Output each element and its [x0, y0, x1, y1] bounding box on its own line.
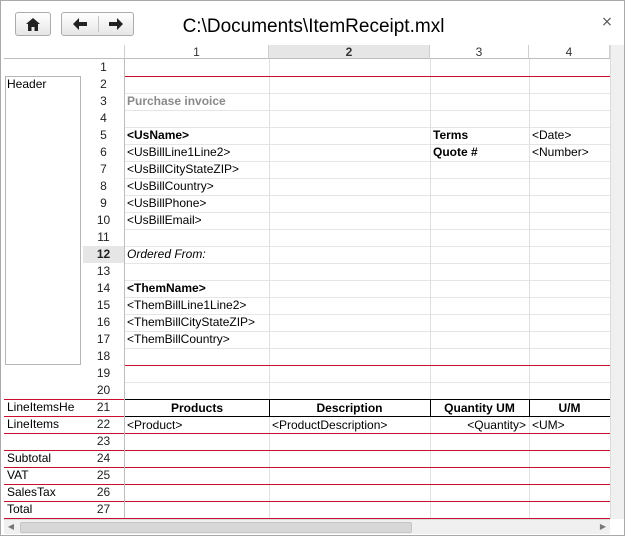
cell-us-bill-phone[interactable]: <UsBillPhone>	[127, 195, 206, 212]
cell-us-bill-email[interactable]: <UsBillEmail>	[127, 212, 202, 229]
column-header-1[interactable]: 1	[125, 45, 269, 59]
row-gridline	[125, 229, 610, 230]
row-number[interactable]: 21	[83, 399, 125, 416]
cell-purchase-invoice[interactable]: Purchase invoice	[127, 93, 226, 110]
column-header-3[interactable]: 3	[430, 45, 529, 59]
row-number[interactable]: 11	[83, 229, 125, 246]
group-sales-tax[interactable]: SalesTax	[7, 484, 84, 501]
cell-quantity[interactable]: <Quantity>	[430, 417, 526, 434]
row-number[interactable]: 8	[83, 178, 125, 195]
row-number[interactable]: 27	[83, 501, 125, 518]
horizontal-scrollbar[interactable]: ◀ ▶	[4, 519, 610, 534]
group-vat[interactable]: VAT	[7, 467, 84, 484]
row-number[interactable]: 5	[83, 127, 125, 144]
row-gridline	[125, 110, 610, 111]
row-number[interactable]: 12	[83, 246, 125, 263]
column-header-4[interactable]: 4	[529, 45, 610, 59]
row-gridline	[125, 263, 610, 264]
row-number[interactable]: 4	[83, 110, 125, 127]
close-button[interactable]: ×	[599, 13, 615, 31]
row-number[interactable]: 7	[83, 161, 125, 178]
cell-them-name[interactable]: <ThemName>	[127, 280, 206, 297]
row-gridline	[125, 348, 610, 349]
close-icon: ×	[601, 14, 613, 30]
cell-quote-no[interactable]: Quote #	[433, 144, 478, 161]
group-header[interactable]: Header	[7, 76, 84, 93]
cell-them-bill-country[interactable]: <ThemBillCountry>	[127, 331, 230, 348]
row-number[interactable]: 19	[83, 365, 125, 382]
cell-number[interactable]: <Number>	[532, 144, 589, 161]
group-line-items[interactable]: LineItems	[7, 416, 84, 433]
row-number[interactable]: 18	[83, 348, 125, 365]
cell-date[interactable]: <Date>	[532, 127, 571, 144]
row-number[interactable]: 14	[83, 280, 125, 297]
cell-them-bill-city[interactable]: <ThemBillCityStateZIP>	[127, 314, 255, 331]
spreadsheet-grid[interactable]: 1 2 3 4 Header LineItemsHe LineItems Sub…	[4, 45, 610, 519]
rownum-header	[83, 45, 125, 59]
vertical-scrollbar[interactable]	[610, 45, 624, 519]
cell-us-bill-country[interactable]: <UsBillCountry>	[127, 178, 214, 195]
row-number[interactable]: 26	[83, 484, 125, 501]
row-number[interactable]: 15	[83, 297, 125, 314]
row-number[interactable]: 1	[83, 59, 125, 76]
cell-us-name[interactable]: <UsName>	[127, 127, 189, 144]
cell-ordered-from[interactable]: Ordered From:	[127, 246, 206, 263]
scroll-left-icon[interactable]: ◀	[4, 520, 18, 534]
cell-um-header[interactable]: U/M	[529, 400, 610, 417]
cell-us-bill-line[interactable]: <UsBillLine1Line2>	[127, 144, 230, 161]
cell-description-header[interactable]: Description	[269, 400, 430, 417]
cell-quantity-header[interactable]: Quantity UM	[430, 400, 529, 417]
cell-them-bill-line[interactable]: <ThemBillLine1Line2>	[127, 297, 246, 314]
cell-um[interactable]: <UM>	[532, 417, 565, 434]
cell-us-bill-city[interactable]: <UsBillCityStateZIP>	[127, 161, 239, 178]
group-total[interactable]: Total	[7, 501, 84, 518]
row-number[interactable]: 13	[83, 263, 125, 280]
column-header-2[interactable]: 2	[269, 45, 430, 59]
row-number[interactable]: 10	[83, 212, 125, 229]
header-group-bracket	[5, 76, 81, 365]
cell-product-description[interactable]: <ProductDescription>	[272, 417, 387, 434]
cell-terms[interactable]: Terms	[433, 127, 468, 144]
row-number[interactable]: 17	[83, 331, 125, 348]
row-number[interactable]: 16	[83, 314, 125, 331]
row-number[interactable]: 20	[83, 382, 125, 399]
cell-product[interactable]: <Product>	[127, 417, 182, 434]
document-window: C:\Documents\ItemReceipt.mxl × 1 2 3 4 H…	[0, 0, 625, 536]
row-number[interactable]: 25	[83, 467, 125, 484]
row-number[interactable]: 9	[83, 195, 125, 212]
group-line-items-header[interactable]: LineItemsHe	[7, 399, 84, 416]
row-number[interactable]: 24	[83, 450, 125, 467]
scroll-thumb[interactable]	[20, 522, 412, 533]
row-number[interactable]: 23	[83, 433, 125, 450]
row-gridline	[125, 382, 610, 383]
group-subtotal[interactable]: Subtotal	[7, 450, 84, 467]
row-number[interactable]: 22	[83, 416, 125, 433]
window-title: C:\Documents\ItemReceipt.mxl	[182, 16, 445, 37]
scroll-right-icon[interactable]: ▶	[596, 520, 610, 534]
row-number[interactable]: 6	[83, 144, 125, 161]
corner-cell	[4, 45, 83, 59]
row-number[interactable]: 2	[83, 76, 125, 93]
cell-products-header[interactable]: Products	[125, 400, 269, 417]
row-number[interactable]: 3	[83, 93, 125, 110]
